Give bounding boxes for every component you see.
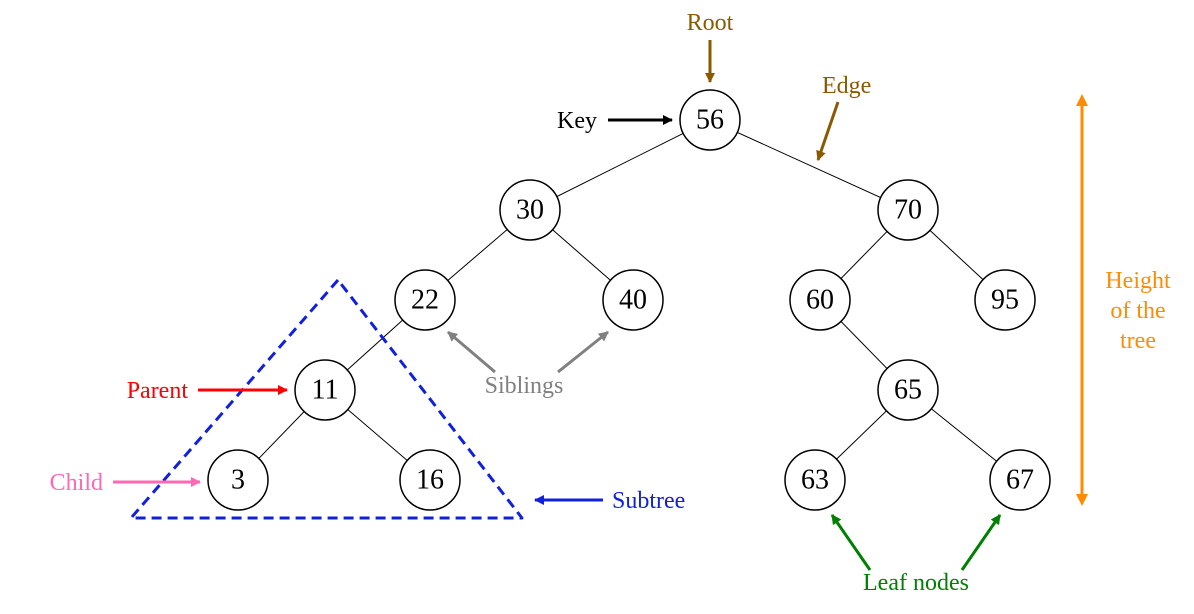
node-70: 70 [878, 180, 938, 240]
tree-diagram: 56 30 70 22 40 60 95 11 65 3 16 63 [0, 0, 1194, 614]
height-label-3: tree [1120, 328, 1156, 354]
edge-arrow-icon [818, 102, 838, 160]
node-22: 22 [395, 270, 455, 330]
node-30-value: 30 [516, 195, 544, 226]
subtree-label: Subtree [612, 488, 685, 514]
node-16-value: 16 [416, 465, 444, 496]
node-60: 60 [790, 270, 850, 330]
node-63: 63 [785, 450, 845, 510]
node-11: 11 [295, 360, 355, 420]
node-65-value: 65 [894, 375, 922, 406]
height-label-2: of the [1110, 298, 1165, 324]
child-label: Child [50, 470, 103, 496]
node-3-value: 3 [231, 465, 245, 496]
height-label-1: Height [1105, 268, 1171, 294]
node-40: 40 [603, 270, 663, 330]
leaf-arrow-right-icon [962, 515, 1000, 570]
parent-label: Parent [127, 378, 189, 404]
node-65: 65 [878, 360, 938, 420]
node-56-value: 56 [696, 105, 724, 136]
node-95-value: 95 [991, 285, 1019, 316]
node-95: 95 [975, 270, 1035, 330]
node-40-value: 40 [619, 285, 647, 316]
leaf-label: Leaf nodes [863, 570, 969, 596]
siblings-arrow-right-icon [558, 332, 608, 372]
leaf-arrow-left-icon [832, 515, 870, 570]
node-30: 30 [500, 180, 560, 240]
node-56: 56 [680, 90, 740, 150]
key-label: Key [557, 108, 597, 134]
root-label: Root [687, 10, 734, 36]
node-22-value: 22 [411, 285, 439, 316]
node-67-value: 67 [1006, 465, 1034, 496]
siblings-arrow-left-icon [448, 332, 495, 372]
node-60-value: 60 [806, 285, 834, 316]
node-63-value: 63 [801, 465, 829, 496]
node-67: 67 [990, 450, 1050, 510]
edge-label: Edge [822, 73, 871, 99]
siblings-label: Siblings [485, 373, 564, 399]
node-3: 3 [208, 450, 268, 510]
node-16: 16 [400, 450, 460, 510]
node-11-value: 11 [312, 375, 339, 406]
node-70-value: 70 [894, 195, 922, 226]
